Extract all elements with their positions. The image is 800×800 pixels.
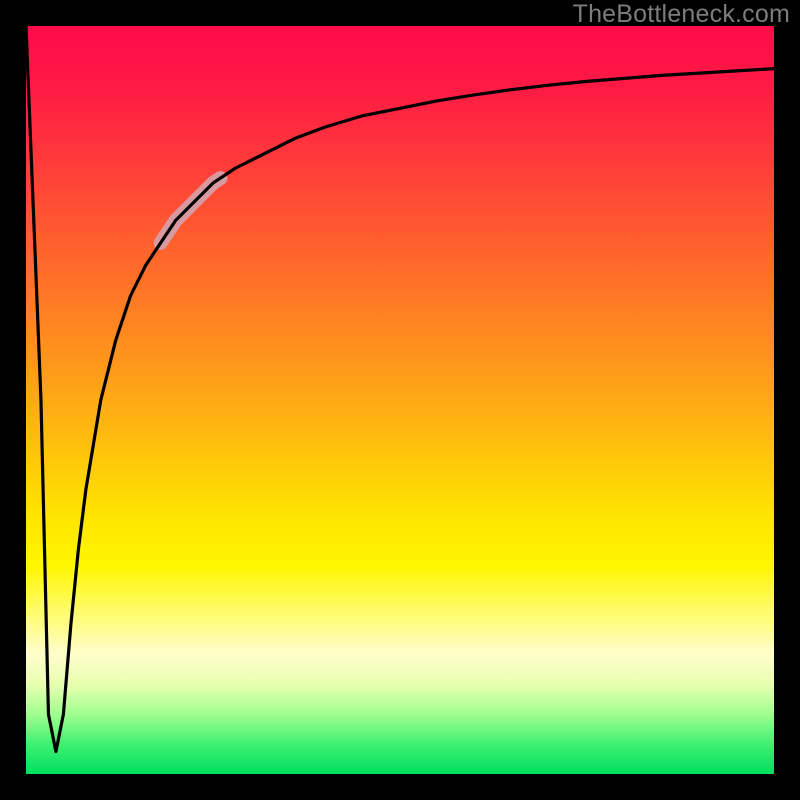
highlight-segment bbox=[161, 178, 221, 243]
chart-container: TheBottleneck.com bbox=[0, 0, 800, 800]
chart-plot bbox=[26, 26, 774, 774]
bottleneck-curve bbox=[26, 26, 774, 752]
watermark-text: TheBottleneck.com bbox=[573, 0, 790, 29]
